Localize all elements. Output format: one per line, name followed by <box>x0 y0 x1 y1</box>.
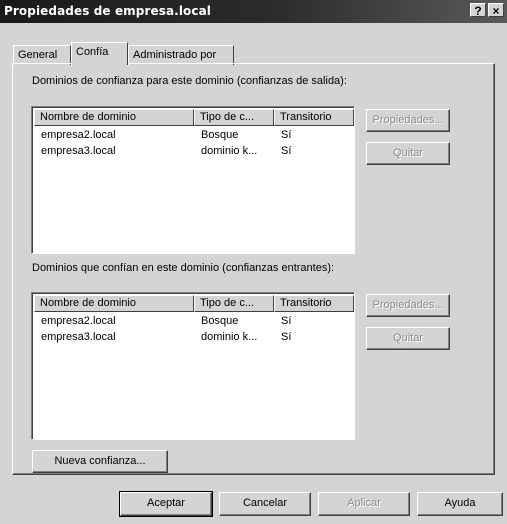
incoming-trusts-label: Dominios que confían en este dominio (co… <box>32 262 335 274</box>
domain-name: empresa3.local <box>41 331 116 343</box>
help-icon[interactable]: ? <box>470 3 486 18</box>
list-item[interactable]: empresa2.local Bosque Sí <box>34 128 350 144</box>
help-button[interactable]: Ayuda <box>417 492 503 516</box>
incoming-properties-button[interactable]: Propiedades... <box>366 294 450 317</box>
transitive-value: Sí <box>281 315 292 327</box>
column-header-domain-name[interactable]: Nombre de dominio <box>34 295 194 312</box>
outgoing-properties-button[interactable]: Propiedades... <box>366 109 450 132</box>
trust-type: dominio k... <box>201 331 258 343</box>
new-trust-button[interactable]: Nueva confianza... <box>32 450 168 473</box>
outgoing-remove-button[interactable]: Quitar <box>366 142 450 165</box>
cancel-button[interactable]: Cancelar <box>219 492 311 516</box>
window-title: Propiedades de empresa.local <box>4 4 212 18</box>
trust-type: Bosque <box>201 315 239 327</box>
accept-button[interactable]: Aceptar <box>119 491 213 517</box>
trust-type: dominio k... <box>201 145 258 157</box>
incoming-trusts-list[interactable]: Nombre de dominio Tipo de c... Transitor… <box>31 292 355 440</box>
domain-name: empresa2.local <box>41 315 116 327</box>
transitive-value: Sí <box>281 145 292 157</box>
domain-name: empresa2.local <box>41 129 116 141</box>
trust-type: Bosque <box>201 129 239 141</box>
incoming-list-header: Nombre de dominio Tipo de c... Transitor… <box>34 295 354 312</box>
column-header-trust-type[interactable]: Tipo de c... <box>194 295 274 312</box>
tab-administrado-por[interactable]: Administrado por <box>128 45 234 65</box>
column-header-transitive[interactable]: Transitorio <box>274 109 354 126</box>
transitive-value: Sí <box>281 129 292 141</box>
list-item[interactable]: empresa3.local dominio k... Sí <box>34 144 350 160</box>
list-item[interactable]: empresa2.local Bosque Sí <box>34 314 350 330</box>
incoming-remove-button[interactable]: Quitar <box>366 327 450 350</box>
column-header-domain-name[interactable]: Nombre de dominio <box>34 109 194 126</box>
domain-name: empresa3.local <box>41 145 116 157</box>
outgoing-trusts-label: Dominios de confianza para este dominio … <box>32 75 347 87</box>
transitive-value: Sí <box>281 331 292 343</box>
tab-general[interactable]: General <box>13 45 71 65</box>
apply-button[interactable]: Aplicar <box>318 492 410 516</box>
tab-confia[interactable]: Confía <box>71 42 128 65</box>
column-header-trust-type[interactable]: Tipo de c... <box>194 109 274 126</box>
column-header-transitive[interactable]: Transitorio <box>274 295 354 312</box>
outgoing-trusts-list[interactable]: Nombre de dominio Tipo de c... Transitor… <box>31 106 355 254</box>
list-item[interactable]: empresa3.local dominio k... Sí <box>34 330 350 346</box>
close-icon[interactable]: × <box>488 3 504 18</box>
outgoing-list-header: Nombre de dominio Tipo de c... Transitor… <box>34 109 354 126</box>
